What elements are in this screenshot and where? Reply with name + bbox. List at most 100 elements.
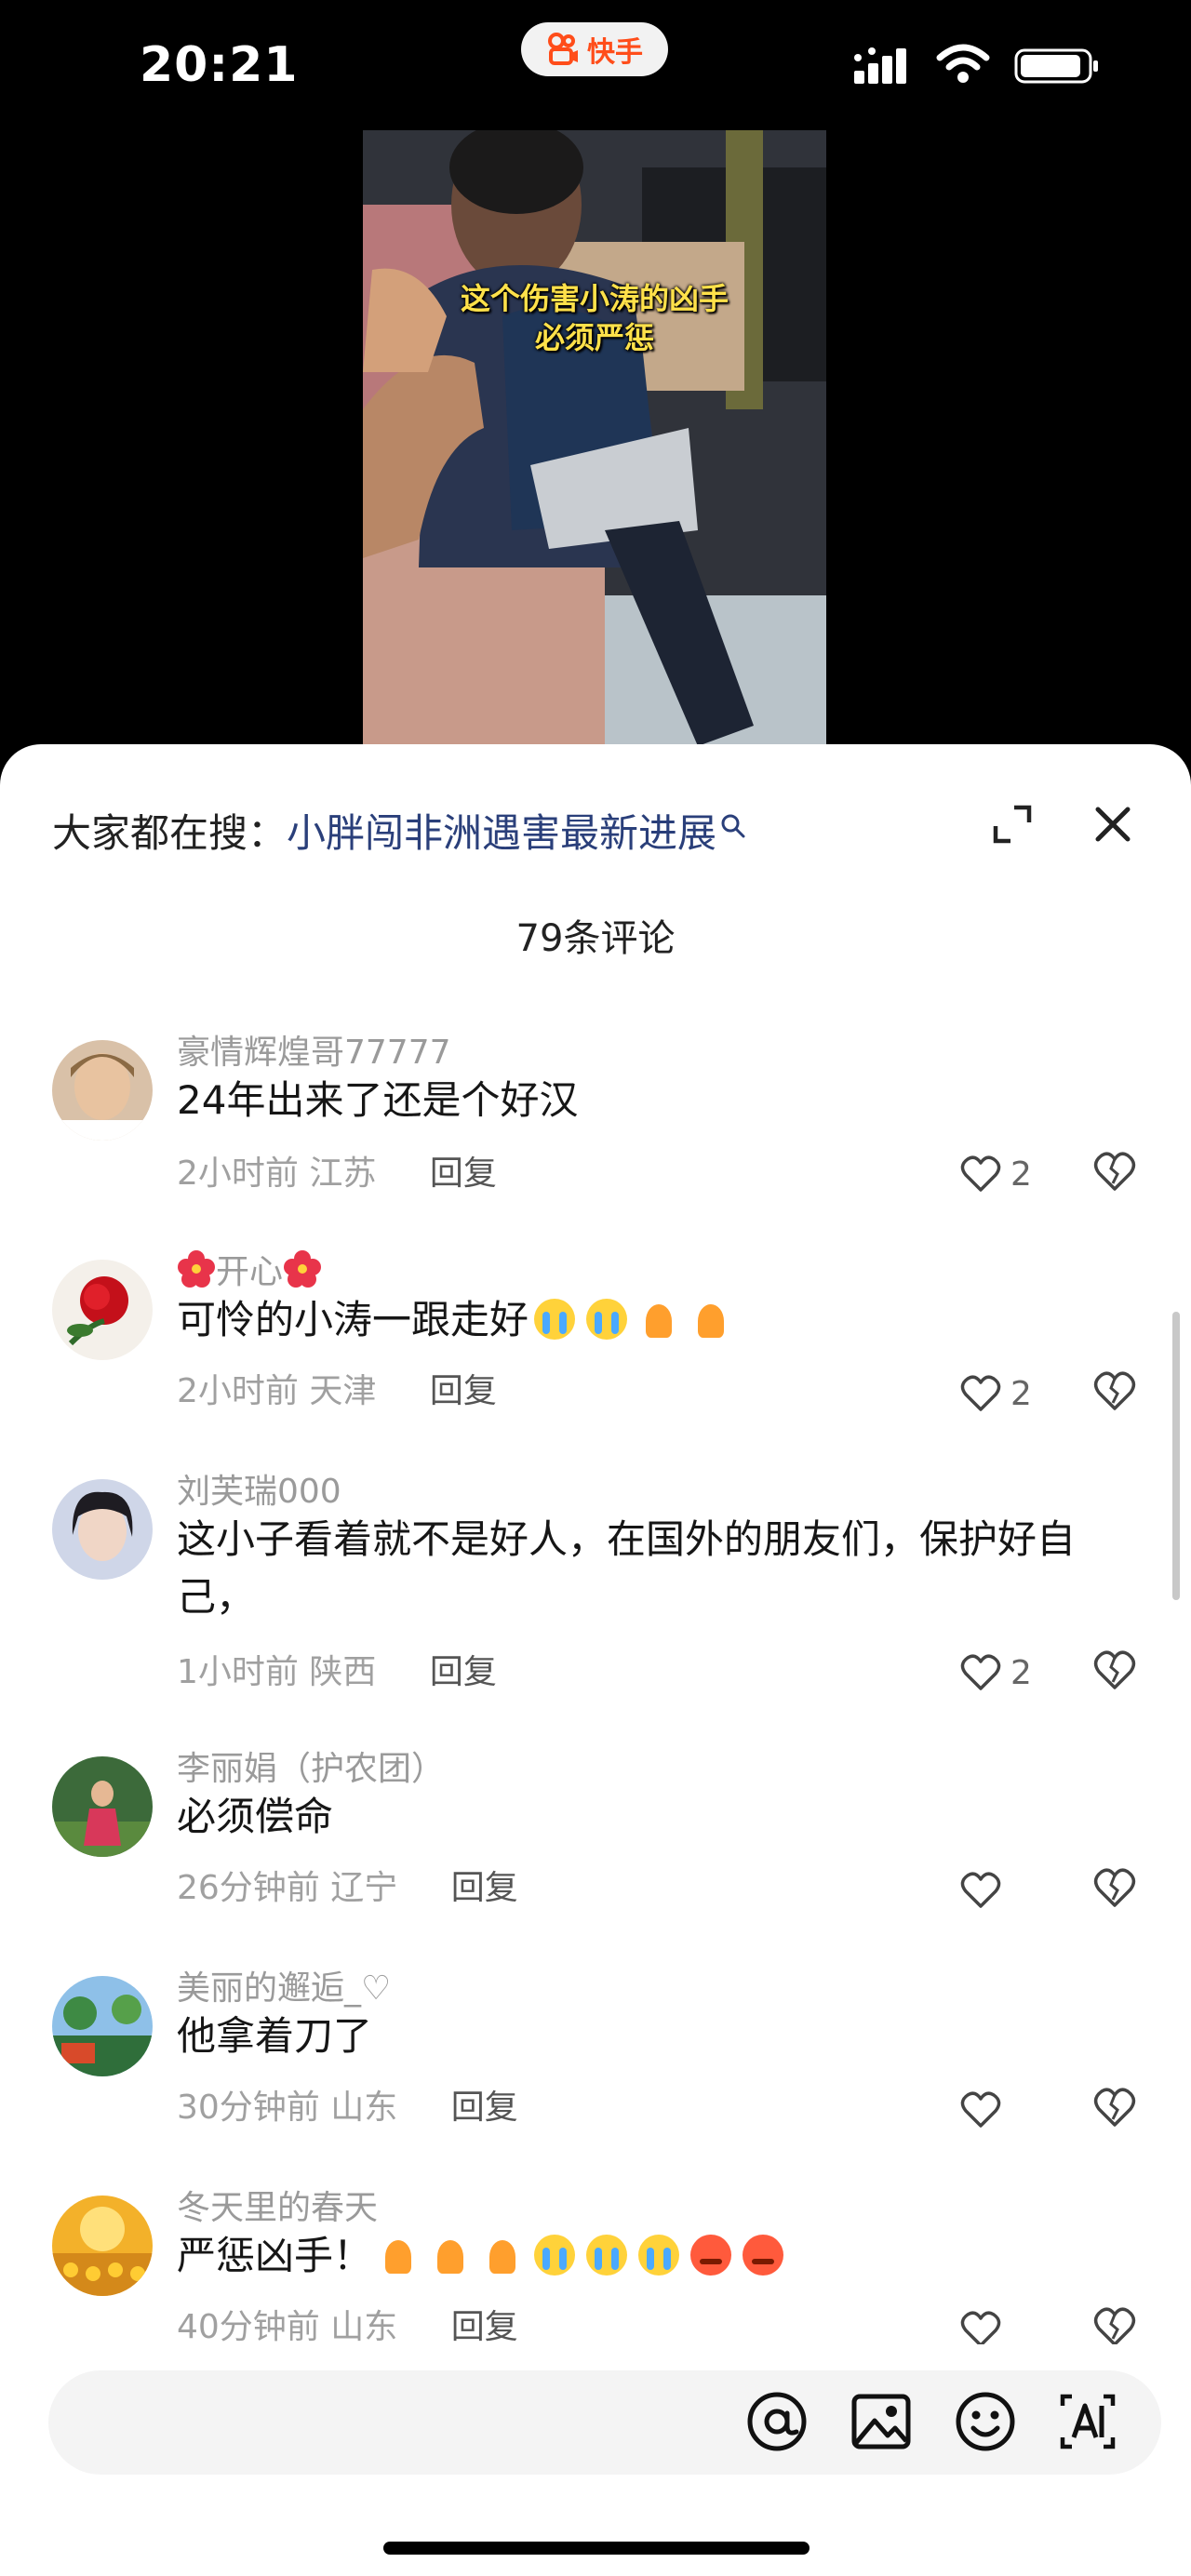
- reply-button[interactable]: 回复: [451, 1869, 518, 1907]
- comment-text: 可怜的小涛一跟走好: [177, 1297, 529, 1342]
- avatar[interactable]: [52, 1260, 153, 1360]
- like-count: 2: [1010, 1374, 1032, 1413]
- comment-location: 江苏: [309, 1155, 377, 1193]
- praying-hands-icon: [690, 1299, 731, 1340]
- comment-item: 李丽娟（护农团） 必须偿命 26分钟前 辽宁 回复: [0, 1742, 1191, 1961]
- comment-text: 他拿着刀了: [177, 2013, 373, 2059]
- comment-text: 必须偿命: [177, 1794, 334, 1839]
- video-player[interactable]: 这个伤害小涛的凶手 必须严惩: [363, 130, 826, 746]
- comment-username[interactable]: 美丽的邂逅_♡: [177, 1961, 391, 2009]
- trending-search-bar[interactable]: 大家都在搜：小胖闯非洲遇害最新进展: [52, 802, 746, 859]
- like-button[interactable]: [960, 2086, 1053, 2134]
- avatar[interactable]: [52, 1040, 153, 1141]
- broken-heart-icon[interactable]: [1092, 1369, 1137, 1414]
- crying-emoji-icon: [586, 2235, 628, 2276]
- like-count: 2: [1010, 1653, 1032, 1692]
- comment-count: 79条评论: [515, 917, 676, 960]
- comment-username[interactable]: 开心: [177, 1245, 322, 1293]
- comment-username[interactable]: 刘芙瑞000: [177, 1464, 341, 1513]
- comment-username[interactable]: 冬天里的春天: [177, 2181, 378, 2229]
- search-icon: [721, 814, 745, 838]
- comment-item: 刘芙瑞000 这小子看着就不是好人，在国外的朋友们，保护好自己， 1小时前 陕西…: [0, 1464, 1191, 1743]
- comment-item: 美丽的邂逅_♡ 他拿着刀了 30分钟前 山东 回复: [0, 1961, 1191, 2181]
- crying-emoji-icon: [638, 2235, 680, 2276]
- avatar[interactable]: [52, 1976, 153, 2076]
- heart-icon: [960, 1872, 1001, 1908]
- heart-icon: [960, 2311, 1001, 2347]
- comment-item: 豪情辉煌哥77777 24年出来了还是个好汉 2小时前 江苏 回复 2: [0, 1025, 1191, 1245]
- like-button[interactable]: 2: [960, 1648, 1053, 1697]
- avatar[interactable]: [52, 2196, 153, 2296]
- status-bar: 20:21 快手: [0, 0, 1191, 130]
- like-button[interactable]: 2: [960, 1150, 1053, 1198]
- heart-icon: [960, 1375, 1001, 1411]
- comment-meta: 40分钟前 山东 回复: [177, 2300, 518, 2348]
- broken-heart-icon[interactable]: [1092, 1150, 1137, 1195]
- comment-text-row: 可怜的小涛一跟走好: [177, 1291, 1144, 1349]
- comment-text: 严惩凶手！: [177, 2233, 373, 2278]
- praying-hands-icon: [482, 2235, 523, 2276]
- reply-button[interactable]: 回复: [430, 1155, 497, 1193]
- close-icon[interactable]: [1092, 804, 1133, 845]
- hibiscus-icon: [178, 1250, 215, 1288]
- comment-location: 陕西: [309, 1653, 377, 1691]
- heart-icon: [960, 2091, 1001, 2128]
- app-badge[interactable]: 快手: [521, 22, 668, 76]
- search-prefix: 大家都在搜：: [52, 810, 288, 856]
- avatar[interactable]: [52, 1756, 153, 1857]
- comment-time: 2小时前: [177, 1372, 299, 1410]
- comment-sheet: 大家都在搜：小胖闯非洲遇害最新进展 79条评论 豪情辉煌哥77777 24年出来…: [0, 744, 1191, 2576]
- angry-emoji-icon: [690, 2235, 732, 2276]
- comment-time: 26分钟前: [177, 1869, 320, 1907]
- broken-heart-icon[interactable]: [1092, 1866, 1137, 1911]
- heart-icon: [960, 1155, 1001, 1192]
- comment-username-text: 开心: [216, 1253, 284, 1291]
- home-indicator: [383, 2542, 810, 2555]
- hibiscus-icon: [284, 1250, 322, 1288]
- ai-icon[interactable]: [1055, 2389, 1120, 2454]
- avatar[interactable]: [52, 1479, 153, 1580]
- comment-location: 山东: [330, 2089, 398, 2127]
- comment-time: 1小时前: [177, 1653, 299, 1691]
- comment-location: 天津: [309, 1372, 377, 1410]
- at-icon[interactable]: [744, 2389, 810, 2454]
- app-name: 快手: [587, 36, 643, 69]
- status-time: 20:21: [140, 37, 299, 93]
- comment-time: 2小时前: [177, 1155, 299, 1193]
- like-count: 2: [1010, 1155, 1032, 1194]
- broken-heart-icon[interactable]: [1092, 2086, 1137, 2130]
- scrollbar[interactable]: [1172, 1312, 1180, 1600]
- broken-heart-icon[interactable]: [1092, 2305, 1137, 2350]
- comment-time: 30分钟前: [177, 2089, 320, 2127]
- emoji-icon[interactable]: [953, 2389, 1018, 2454]
- like-button[interactable]: [960, 1866, 1053, 1915]
- kuaishou-logo-icon: [548, 33, 578, 65]
- reply-button[interactable]: 回复: [430, 1372, 497, 1410]
- comment-meta: 1小时前 陕西 回复: [177, 1645, 497, 1693]
- broken-heart-icon[interactable]: [1092, 1648, 1137, 1693]
- comment-text-row: 严惩凶手！: [177, 2227, 1144, 2285]
- reply-button[interactable]: 回复: [451, 2089, 518, 2127]
- comment-meta: 2小时前 天津 回复: [177, 1364, 497, 1412]
- comment-location: 山东: [330, 2308, 398, 2346]
- comment-meta: 30分钟前 山东 回复: [177, 2080, 518, 2129]
- image-icon[interactable]: [849, 2389, 914, 2454]
- comment-text: 这小子看着就不是好人，在国外的朋友们，保护好自己，: [177, 1516, 1077, 1620]
- comment-item: 开心 可怜的小涛一跟走好 2小时前 天津 回复 2: [0, 1245, 1191, 1464]
- reply-button[interactable]: 回复: [451, 2308, 518, 2346]
- heart-icon: [960, 1654, 1001, 1690]
- video-caption-line2: 必须严惩: [534, 320, 654, 355]
- reply-button[interactable]: 回复: [430, 1653, 497, 1691]
- search-term-link[interactable]: 小胖闯非洲遇害最新进展: [287, 810, 716, 856]
- expand-icon[interactable]: [992, 804, 1033, 845]
- crying-emoji-icon: [534, 1299, 576, 1340]
- video-frame-image: [363, 130, 826, 746]
- cellular-signal-icon: [854, 47, 906, 84]
- comment-username[interactable]: 李丽娟（护农团）: [177, 1742, 445, 1790]
- comment-text: 24年出来了还是个好汉: [177, 1077, 579, 1123]
- praying-hands-icon: [378, 2235, 419, 2276]
- like-button[interactable]: 2: [960, 1369, 1053, 1418]
- praying-hands-icon: [638, 1299, 679, 1340]
- comment-username[interactable]: 豪情辉煌哥77777: [177, 1025, 451, 1074]
- angry-emoji-icon: [743, 2235, 784, 2276]
